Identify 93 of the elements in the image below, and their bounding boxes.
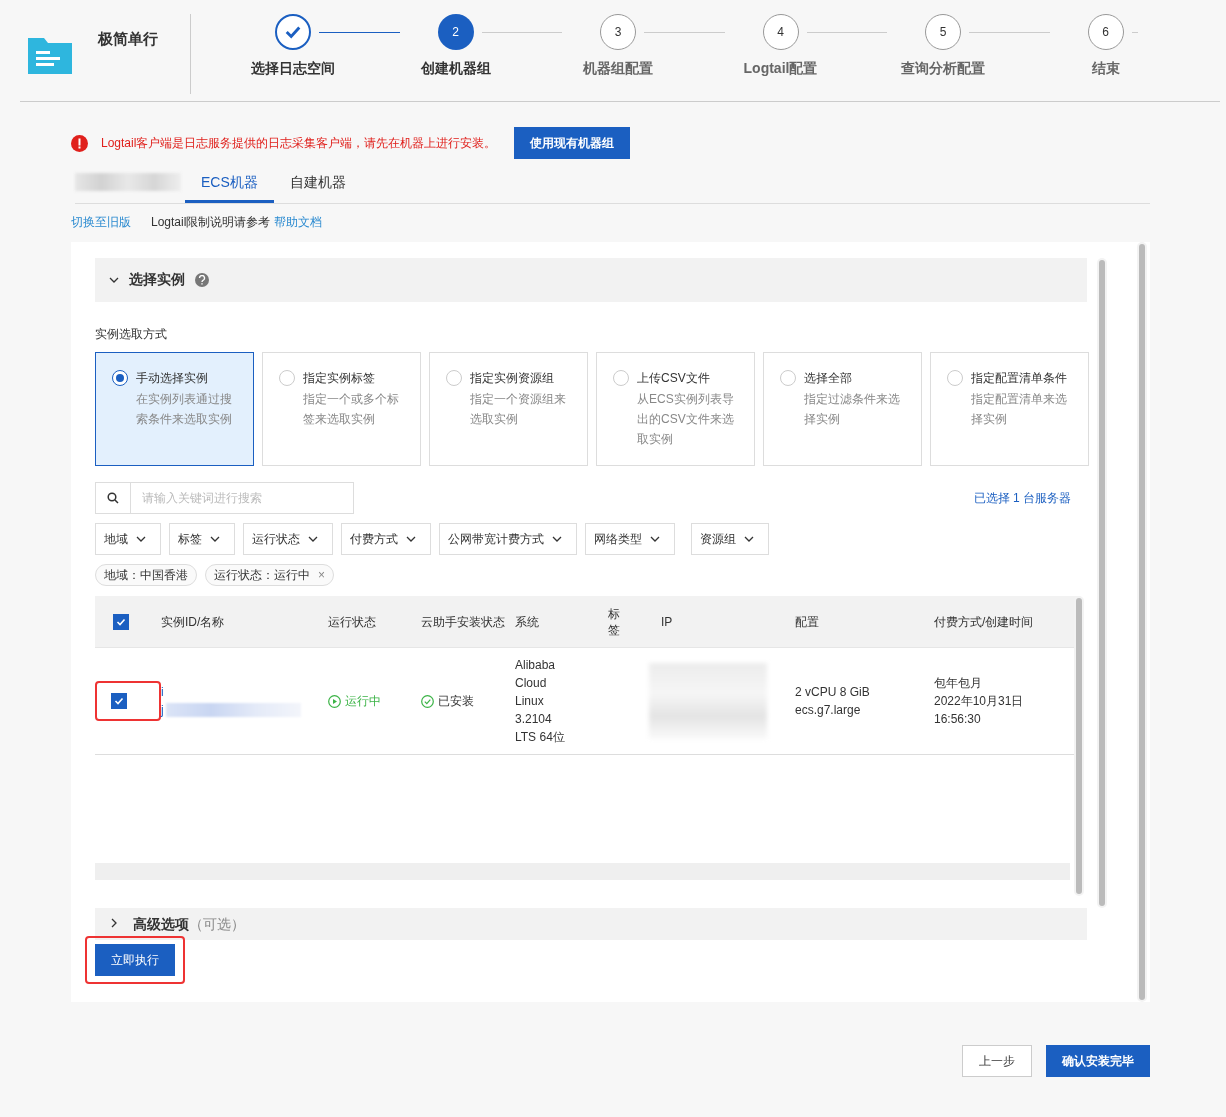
mode-title: 上传CSV文件	[637, 370, 711, 387]
chevron-icon	[552, 534, 562, 544]
filter-tag: 运行状态：运行中 ×	[205, 564, 334, 586]
selection-mode-card[interactable]: 手动选择实例 在实例列表通过搜索条件来选取实例	[95, 352, 254, 466]
step-label: Logtail配置	[742, 60, 819, 78]
chevron-icon	[210, 534, 220, 544]
column-header: 标签	[608, 605, 621, 638]
section-header[interactable]: 选择实例	[95, 258, 1087, 302]
chevron-icon	[650, 534, 660, 544]
chevron-icon	[308, 534, 318, 544]
step-label: 创建机器组	[419, 60, 492, 78]
column-header: 付费方式/创建时间	[934, 613, 1035, 630]
mode-title: 指定实例标签	[303, 370, 376, 387]
help-icon	[195, 273, 209, 287]
column-header: IP	[661, 613, 674, 630]
help-doc-link[interactable]: 帮助文档	[273, 215, 322, 229]
chevron-icon	[744, 534, 754, 544]
play-icon	[328, 694, 341, 708]
search-field[interactable]: 请输入关键词进行搜索	[95, 482, 354, 514]
step-label: 选择日志空间	[250, 60, 336, 78]
field-label: 实例选取方式	[95, 326, 168, 343]
selected-count: 已选择 1 台服务器	[973, 489, 1071, 507]
mode-description: 从ECS实例列表导出的CSV文件来选取实例	[637, 391, 735, 448]
os-cell-text: Alibaba Cloud Linux 3.2104 LTS 64位	[515, 657, 566, 746]
mode-title: 手动选择实例	[136, 370, 209, 387]
filter-dropdown[interactable]: 资源组	[691, 523, 769, 555]
selection-mode-card[interactable]: 指定实例资源组 指定一个资源组来选取实例	[429, 352, 588, 466]
column-header: 系统	[515, 613, 540, 630]
step-label: 结束	[1090, 60, 1121, 78]
use-existing-group-button[interactable]: 使用现有机器组	[514, 127, 631, 159]
mode-description: 指定配置清单来选择实例	[971, 391, 1068, 428]
mode-description: 在实例列表通过搜索条件来选取实例	[136, 391, 233, 428]
column-header: 运行状态	[328, 613, 377, 630]
agent-status: 已安装	[421, 692, 515, 710]
select-all-checkbox[interactable]	[113, 613, 129, 630]
run-status: 运行中	[328, 692, 421, 710]
alert-message: Logtail客户端是日志服务提供的日志采集客户端，请先在机器上进行安装。	[101, 134, 497, 152]
check-icon	[114, 696, 124, 706]
mode-description: 指定一个资源组来选取实例	[470, 391, 567, 428]
column-header: 实例ID/名称	[161, 613, 226, 630]
help-note: Logtail限制说明请参考 帮助文档	[151, 214, 322, 231]
instance-id[interactable]: j	[161, 702, 164, 718]
switch-version-link[interactable]: 切换至旧版	[71, 214, 131, 231]
scrollbar[interactable]	[1097, 258, 1107, 908]
step-number: 2	[437, 14, 474, 50]
step-label: 查询分析配置	[900, 60, 986, 78]
step-label: 机器组配置	[582, 60, 654, 78]
config-cell-text: 2 vCPU 8 GiB ecs.g7.large	[795, 684, 871, 719]
mode-description: 指定过滤条件来选择实例	[804, 391, 901, 428]
step-number: 4	[762, 14, 799, 50]
filter-dropdown[interactable]: 标签	[169, 523, 235, 555]
selection-mode-card[interactable]: 指定实例标签 指定一个或多个标签来选取实例	[262, 352, 421, 466]
filter-dropdown[interactable]: 公网带宽计费方式	[439, 523, 577, 555]
mode-description: 指定一个或多个标签来选取实例	[303, 391, 400, 428]
row-checkbox[interactable]	[111, 693, 127, 709]
filter-tag: 地域：中国香港	[95, 564, 197, 586]
column-header: 云助手安装状态	[421, 613, 506, 630]
section-title: 选择实例	[129, 271, 185, 289]
advanced-options-header[interactable]: 高级选项（可选）	[95, 908, 1087, 940]
error-icon	[71, 134, 88, 152]
step-number: 3	[600, 14, 636, 50]
confirm-install-button[interactable]: 确认安装完毕	[1046, 1045, 1150, 1077]
step-number: 5	[925, 14, 961, 50]
selection-mode-card[interactable]: 上传CSV文件 从ECS实例列表导出的CSV文件来选取实例	[596, 352, 755, 466]
billing-cell-text: 包年包月 2022年10月31日 16:56:30	[934, 675, 1025, 728]
filter-dropdown[interactable]: 付费方式	[341, 523, 431, 555]
chevron-icon	[109, 918, 119, 928]
mode-title: 选择全部	[804, 370, 853, 387]
tab[interactable]: 自建机器	[273, 174, 362, 203]
instance-id[interactable]: i	[161, 684, 164, 700]
step-number: 6	[1087, 14, 1124, 50]
scrollbar[interactable]	[1074, 596, 1084, 896]
chevron-icon	[109, 275, 119, 285]
chevron-icon	[136, 534, 146, 544]
back-button[interactable]: 上一步	[962, 1045, 1032, 1077]
app-title: 极简单行	[98, 30, 158, 49]
mode-title: 指定实例资源组	[470, 370, 555, 387]
column-header: 配置	[795, 613, 820, 630]
selection-mode-card[interactable]: 选择全部 指定过滤条件来选择实例	[763, 352, 922, 466]
run-now-button[interactable]: 立即执行	[95, 944, 175, 976]
scrollbar[interactable]	[1137, 242, 1147, 1002]
radio[interactable]	[112, 370, 128, 386]
mode-title: 指定配置清单条件	[971, 370, 1068, 387]
search-icon	[107, 492, 119, 504]
filter-dropdown[interactable]: 地域	[95, 523, 161, 555]
selection-mode-card[interactable]: 指定配置清单条件 指定配置清单来选择实例	[930, 352, 1089, 466]
filter-dropdown[interactable]: 网络类型	[585, 523, 675, 555]
tab[interactable]: ECS机器	[185, 174, 274, 203]
section-title: 高级选项（可选）	[133, 916, 245, 932]
filter-dropdown[interactable]: 运行状态	[243, 523, 333, 555]
check-icon	[116, 616, 126, 627]
chevron-icon	[406, 534, 416, 544]
check-circle-icon	[421, 694, 434, 708]
